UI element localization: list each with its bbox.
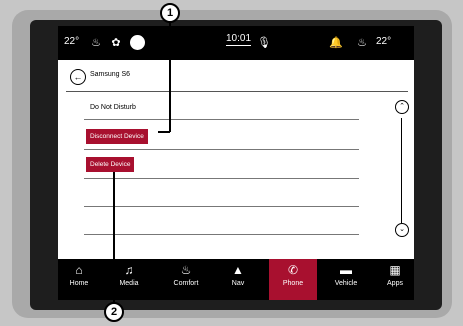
home-icon: ⌂ [75, 263, 83, 277]
callout-1-leader-h [158, 131, 170, 133]
bottom-nav-bar: ⌂ Home ♫ Media ♨ Comfort ▲ Nav ✆ Phone ▬… [58, 259, 414, 300]
nav-apps[interactable]: ▦ Apps [376, 259, 414, 300]
status-bar: 22° ♨ ✿ 10:01 🎙 🔔 ♨ 22° [58, 26, 414, 60]
header-divider [66, 91, 408, 92]
car-icon: ▬ [340, 263, 352, 277]
nav-comfort[interactable]: ♨ Comfort [161, 259, 211, 300]
scroll-down-icon[interactable]: ⌄ [395, 223, 409, 237]
nav-label: Apps [387, 280, 403, 287]
do-not-disturb-item[interactable]: Do Not Disturb [90, 104, 136, 111]
nav-label: Home [69, 280, 89, 287]
driver-temperature[interactable]: 22° [64, 36, 79, 47]
status-circle-icon[interactable] [130, 35, 145, 50]
navigation-arrow-icon: ▲ [232, 263, 244, 277]
clock: 10:01 [226, 33, 252, 46]
touchscreen: 22° ♨ ✿ 10:01 🎙 🔔 ♨ 22° ← Samsung S6 Do … [58, 26, 414, 300]
phone-icon: ✆ [287, 263, 299, 277]
callout-2: 2 [104, 302, 124, 322]
microphone-icon[interactable]: 🎙 [256, 34, 272, 50]
nav-label: Nav [231, 280, 245, 287]
page-title: Samsung S6 [90, 71, 131, 78]
callout-1-leader [169, 21, 171, 132]
nav-label: Comfort [173, 280, 199, 287]
back-arrow-icon[interactable]: ← [70, 69, 86, 85]
seat-icon: ♨ [180, 263, 192, 277]
notification-bell-icon[interactable]: 🔔 [328, 34, 344, 50]
nav-vehicle[interactable]: ▬ Vehicle [324, 259, 368, 300]
delete-device-button[interactable]: Delete Device [86, 157, 135, 172]
row-divider [84, 149, 359, 150]
callout-2-leader [113, 172, 115, 303]
grid-icon: ▦ [389, 263, 401, 277]
heated-seat-icon[interactable]: ♨ [88, 34, 104, 50]
nav-label: Vehicle [334, 280, 358, 287]
passenger-seat-icon[interactable]: ♨ [354, 34, 370, 50]
row-divider [84, 206, 359, 207]
nav-home[interactable]: ⌂ Home [58, 259, 100, 300]
scroll-up-icon[interactable]: ⌃ [395, 100, 409, 114]
row-divider [84, 119, 359, 120]
nav-nav[interactable]: ▲ Nav [218, 259, 258, 300]
passenger-temperature[interactable]: 22° [376, 36, 391, 47]
row-divider [84, 234, 359, 235]
scrollbar-track[interactable] [401, 118, 402, 223]
disconnect-device-button[interactable]: Disconnect Device [86, 129, 148, 144]
nav-phone[interactable]: ✆ Phone [269, 259, 317, 300]
fan-icon[interactable]: ✿ [108, 34, 124, 50]
callout-1: 1 [160, 3, 180, 23]
nav-label: Phone [282, 280, 304, 287]
page-header: ← Samsung S6 [58, 64, 414, 88]
row-divider [84, 178, 359, 179]
